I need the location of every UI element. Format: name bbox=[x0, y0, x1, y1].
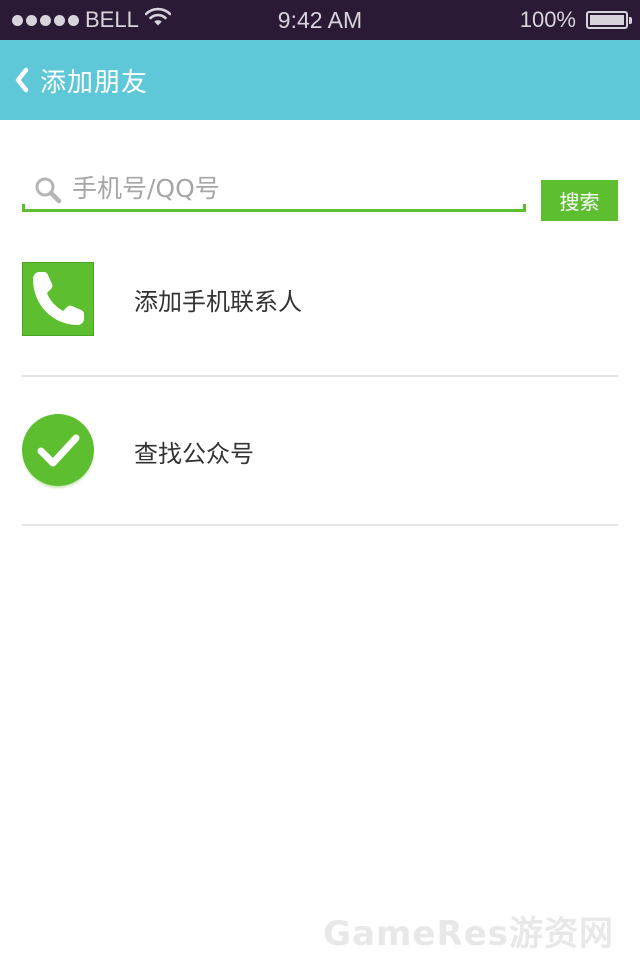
search-button[interactable]: 搜索 bbox=[541, 180, 618, 221]
search-input[interactable] bbox=[72, 172, 512, 204]
search-underline bbox=[22, 204, 526, 212]
page-title: 添加朋友 bbox=[40, 67, 149, 98]
search-icon bbox=[34, 176, 62, 204]
divider bbox=[22, 375, 618, 377]
chevron-left-icon[interactable] bbox=[14, 67, 30, 93]
divider bbox=[22, 524, 618, 526]
watermark: GameRes游资网 bbox=[323, 914, 614, 954]
list-item-label: 查找公众号 bbox=[134, 439, 254, 468]
battery-fill bbox=[590, 15, 624, 25]
list-item-add-phone-contacts[interactable]: 添加手机联系人 bbox=[22, 262, 618, 336]
phone-icon bbox=[22, 262, 94, 336]
battery-icon bbox=[586, 11, 632, 29]
nav-bar: 添加朋友 bbox=[0, 40, 640, 120]
status-bar: BELL 9:42 AM 100% bbox=[0, 0, 640, 40]
search-row: 搜索 bbox=[22, 168, 618, 222]
back-button[interactable]: 添加朋友 bbox=[14, 62, 148, 99]
checkmark-icon bbox=[22, 414, 94, 486]
list-item-find-official-accounts[interactable]: 查找公众号 bbox=[22, 414, 618, 488]
list-item-label: 添加手机联系人 bbox=[134, 287, 302, 316]
status-right: 100% bbox=[519, 0, 632, 40]
battery-percent: 100% bbox=[519, 7, 576, 32]
search-field[interactable] bbox=[22, 168, 526, 212]
